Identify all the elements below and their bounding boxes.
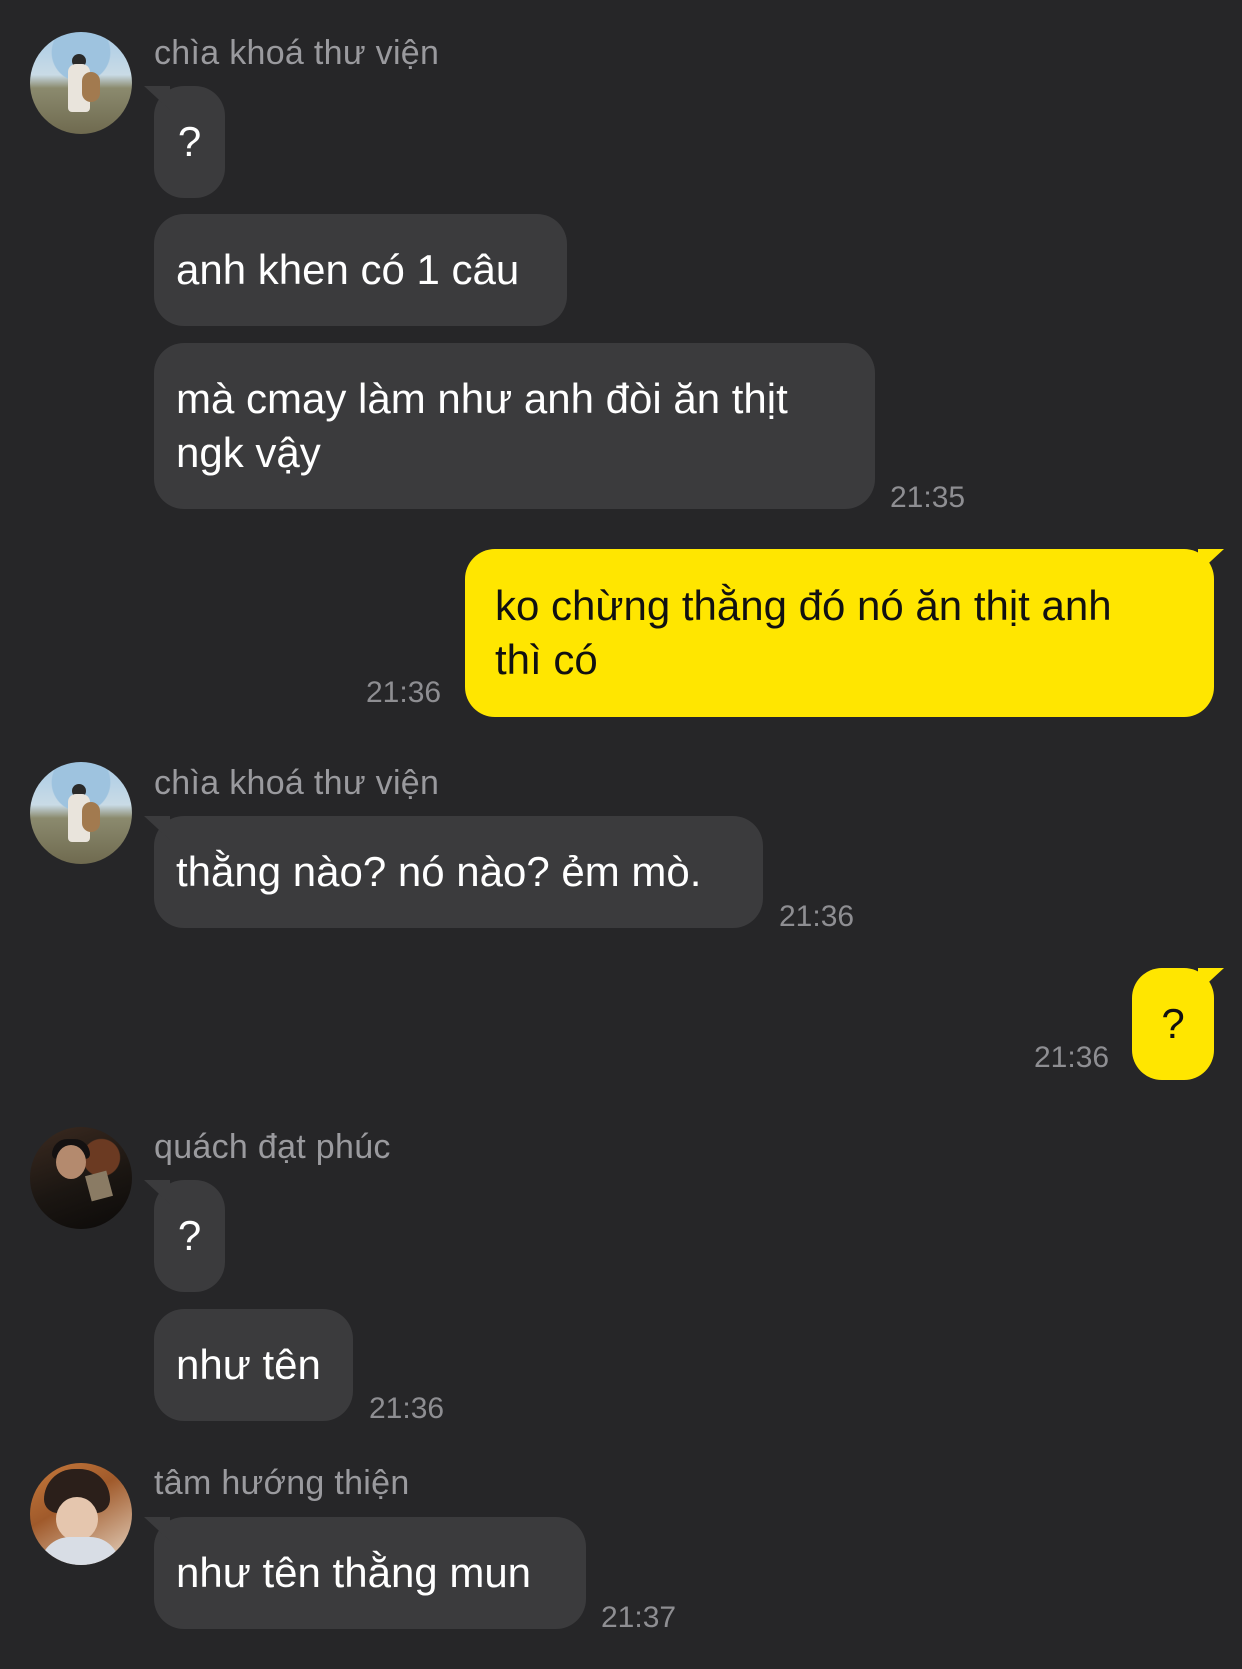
- message-bubble[interactable]: ?: [154, 1180, 225, 1292]
- message-bubble[interactable]: ko chừng thằng đó nó ăn thịt anh thì có: [465, 549, 1214, 717]
- message-text: ko chừng thằng đó nó ăn thịt anh thì có: [495, 582, 1112, 683]
- message-timestamp: 21:37: [601, 1601, 677, 1634]
- avatar-figure: [82, 72, 100, 102]
- message-bubble[interactable]: thằng nào? nó nào? ẻm mò.: [154, 816, 763, 928]
- message-bubble[interactable]: anh khen có 1 câu: [154, 214, 567, 326]
- sender-name: tâm hướng thiện: [154, 1464, 410, 1502]
- sender-name: chìa khoá thư viện: [154, 764, 440, 802]
- message-timestamp: 21:35: [890, 481, 966, 514]
- message-text: anh khen có 1 câu: [176, 246, 520, 293]
- sender-name: chìa khoá thư viện: [154, 34, 440, 72]
- avatar-tam-huong-thien[interactable]: [30, 1463, 132, 1565]
- message-text: ?: [1161, 1000, 1185, 1047]
- message-timestamp: 21:36: [369, 1392, 445, 1425]
- message-text: ?: [177, 1212, 202, 1259]
- message-text: như tên: [176, 1341, 321, 1388]
- message-bubble[interactable]: như tên: [154, 1309, 353, 1421]
- avatar-figure: [56, 1497, 98, 1541]
- avatar-quach-dat-phuc[interactable]: [30, 1127, 132, 1229]
- message-bubble[interactable]: như tên thằng mun: [154, 1517, 586, 1629]
- message-bubble[interactable]: ?: [1132, 968, 1214, 1080]
- avatar-figure: [40, 1537, 120, 1565]
- message-text: như tên thằng mun: [176, 1549, 532, 1596]
- message-timestamp: 21:36: [366, 676, 442, 709]
- avatar-figure: [56, 1145, 86, 1179]
- avatar-figure: [85, 1170, 113, 1202]
- message-bubble[interactable]: ?: [154, 86, 225, 198]
- message-text: mà cmay làm như anh đòi ăn thịt ngk vậy: [176, 375, 788, 476]
- avatar-figure: [82, 802, 100, 832]
- message-timestamp: 21:36: [1034, 1041, 1110, 1074]
- avatar-chia-khoa-thu-vien[interactable]: [30, 32, 132, 134]
- message-bubble[interactable]: mà cmay làm như anh đòi ăn thịt ngk vậy: [154, 343, 875, 509]
- message-text: ?: [177, 118, 202, 165]
- avatar-chia-khoa-thu-vien[interactable]: [30, 762, 132, 864]
- sender-name: quách đạt phúc: [154, 1128, 391, 1166]
- message-text: thằng nào? nó nào? ẻm mò.: [176, 848, 702, 895]
- message-timestamp: 21:36: [779, 900, 855, 933]
